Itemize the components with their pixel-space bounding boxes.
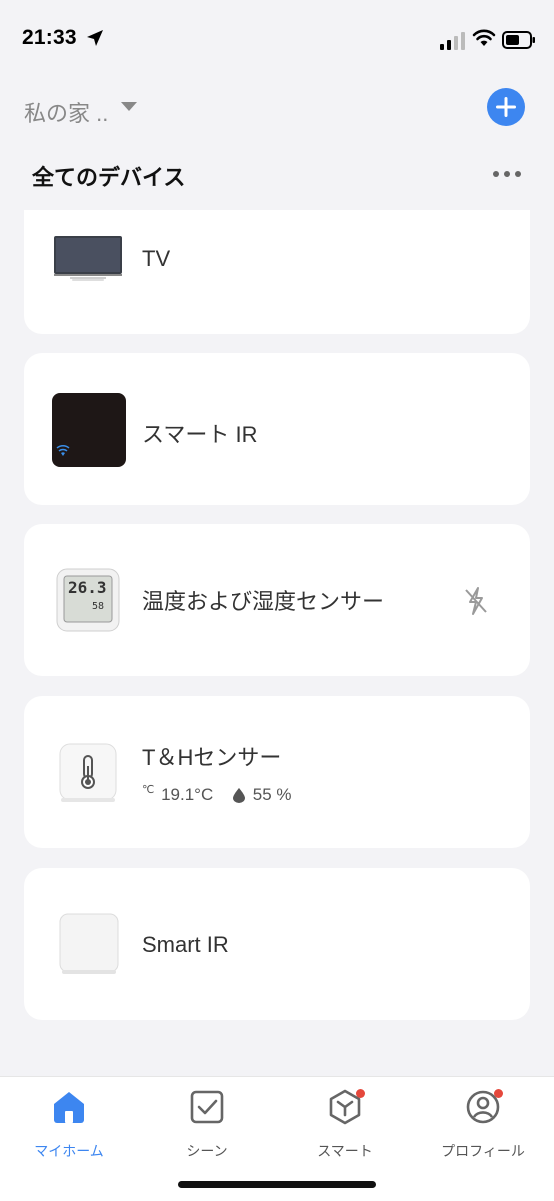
tab-label: マイホーム xyxy=(34,1143,104,1159)
tab-my-home[interactable]: マイホーム xyxy=(0,1089,138,1159)
device-card-temp-humidity-sensor[interactable]: 26.3 58 温度および湿度センサー xyxy=(24,524,530,676)
lcd-temperature: 26.3 xyxy=(68,578,107,597)
offline-icon xyxy=(465,587,487,615)
notification-badge xyxy=(356,1089,365,1098)
device-name: スマート IR xyxy=(142,422,258,447)
plus-icon xyxy=(496,97,516,117)
lcd-sensor-icon: 26.3 58 xyxy=(56,568,120,632)
device-card-tv[interactable]: TV xyxy=(24,210,530,334)
device-card-smart-ir[interactable]: スマート IR xyxy=(24,353,530,505)
sensor-readout: ℃ 19.1°C 55 % xyxy=(142,784,291,805)
thermometer-icon xyxy=(59,743,117,802)
device-name: 温度および湿度センサー xyxy=(142,589,385,614)
ir-hub-icon xyxy=(52,393,126,467)
location-arrow-icon xyxy=(87,30,103,46)
tab-bar: マイホーム シーン スマート プロフィール xyxy=(0,1076,554,1201)
humidity-drop-icon xyxy=(233,787,245,803)
device-card-smart-ir-white[interactable]: Smart IR xyxy=(24,868,530,1020)
home-icon xyxy=(54,1092,84,1123)
device-card-th-sensor[interactable]: T＆Hセンサー ℃ 19.1°C 55 % xyxy=(24,696,530,848)
tv-icon xyxy=(54,236,122,281)
device-name: TV xyxy=(142,246,171,271)
tab-label: スマート xyxy=(317,1143,373,1159)
status-time: 21:33 xyxy=(22,26,77,49)
section-title: 全てのデバイス xyxy=(32,165,186,190)
home-indicator[interactable] xyxy=(178,1181,376,1188)
add-device-button[interactable] xyxy=(487,88,525,126)
battery-icon xyxy=(502,31,535,49)
tab-label: プロフィール xyxy=(441,1143,525,1159)
cellular-signal-icon xyxy=(440,32,465,50)
check-square-icon xyxy=(190,1090,224,1124)
wifi-icon xyxy=(472,29,496,46)
humidity-value: 55 % xyxy=(252,784,292,804)
status-bar: 21:33 xyxy=(0,0,554,80)
home-name[interactable]: 私の家 .. xyxy=(24,96,108,128)
lcd-humidity: 58 xyxy=(92,601,105,612)
more-options-icon[interactable] xyxy=(490,164,524,184)
notification-badge xyxy=(494,1089,503,1098)
tab-profile[interactable]: プロフィール xyxy=(414,1089,552,1159)
device-name: Smart IR xyxy=(142,932,229,957)
device-name: T＆Hセンサー xyxy=(142,745,282,770)
tab-scene[interactable]: シーン xyxy=(138,1089,276,1159)
home-selector[interactable]: 私の家 .. xyxy=(0,88,554,132)
temperature-unit-icon: ℃ xyxy=(142,784,155,797)
caret-down-icon[interactable] xyxy=(121,102,137,112)
tab-label: シーン xyxy=(186,1143,228,1159)
white-hub-icon xyxy=(59,913,119,974)
temperature-value: 19.1°C xyxy=(161,784,214,804)
tab-smart[interactable]: スマート xyxy=(276,1089,414,1159)
